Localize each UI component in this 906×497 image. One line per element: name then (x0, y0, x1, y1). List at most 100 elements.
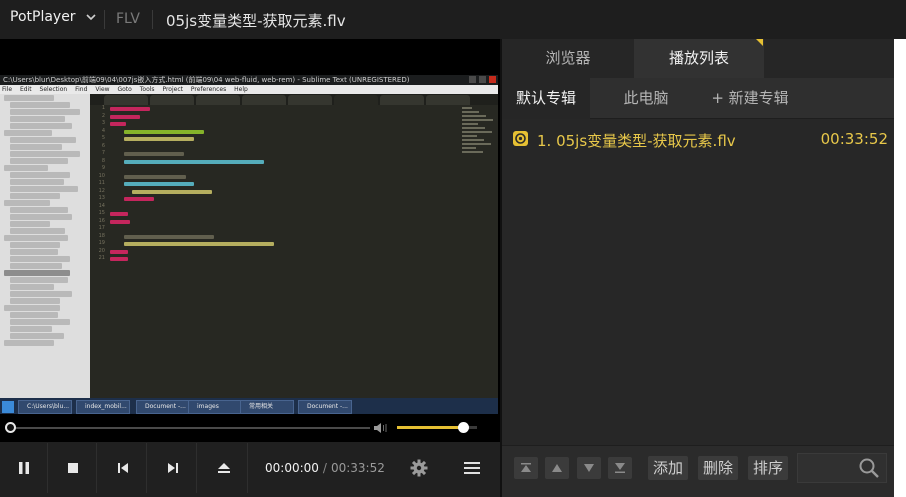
sidebar-file-entry (4, 95, 54, 101)
playlist-item-title: 1. 05js变量类型-获取元素.flv (537, 132, 736, 150)
minimap-line (462, 131, 492, 133)
settings-button[interactable] (395, 443, 443, 493)
format-label: FLV (116, 11, 140, 27)
code-line (110, 122, 126, 126)
video-frame: C:\Users\blur\Desktop\前端09\04\007js嵌入方式.… (0, 75, 498, 417)
delete-button[interactable]: 删除 (698, 456, 738, 480)
minimap-line (462, 147, 476, 149)
move-to-bottom-button[interactable] (608, 457, 632, 479)
minimap (458, 105, 498, 407)
stop-button[interactable] (49, 443, 97, 493)
title-divider (152, 10, 153, 29)
album-default[interactable]: 默认专辑 (502, 78, 590, 119)
code-line (124, 197, 154, 201)
sidebar-file-entry (4, 340, 54, 346)
tab-browser[interactable]: 浏览器 (502, 39, 634, 78)
new-album-button[interactable]: + 新建专辑 (702, 78, 798, 119)
sublime-window-title: C:\Users\blur\Desktop\前端09\04\007js嵌入方式.… (0, 75, 498, 85)
seek-bar[interactable] (10, 427, 370, 429)
tab-corner-marker (756, 39, 763, 46)
sidebar-file-entry (10, 256, 70, 262)
sidebar-file-entry (10, 109, 80, 115)
editor-tab (242, 95, 286, 105)
line-number: 13 (98, 195, 105, 201)
move-up-button[interactable] (545, 457, 569, 479)
minimap-line (462, 115, 486, 117)
move-to-top-button[interactable] (514, 457, 538, 479)
taskbar-item: Document -... (298, 400, 352, 414)
menu-button[interactable] (448, 443, 496, 493)
sidebar-file-entry (10, 242, 60, 248)
seek-handle[interactable] (5, 422, 16, 433)
line-number: 17 (98, 225, 105, 231)
code-line (124, 234, 214, 239)
editor-tab (334, 95, 378, 105)
minimap-line (462, 127, 485, 129)
pause-button[interactable] (0, 443, 48, 493)
line-number: 20 (98, 247, 105, 254)
sidebar-file-entry (10, 172, 70, 178)
add-button[interactable]: 添加 (648, 456, 688, 480)
move-down-button[interactable] (577, 457, 601, 479)
sidebar-file-entry (10, 144, 62, 150)
editor-tab (288, 95, 332, 105)
minimap-line (462, 111, 479, 113)
line-number: 1 (101, 105, 105, 111)
sidebar-file-entry (10, 221, 50, 227)
code-line (124, 174, 186, 179)
sidebar-file-entry (10, 284, 54, 290)
sidebar-file-entry (10, 298, 60, 304)
code-line (124, 129, 204, 134)
time-separator: / (322, 461, 327, 475)
background-window-edge (894, 39, 906, 497)
code-line (110, 257, 128, 261)
previous-button[interactable] (99, 443, 147, 493)
code-line (124, 152, 184, 156)
line-number: 10 (98, 172, 105, 179)
sidebar-file-entry (10, 123, 72, 129)
sort-button[interactable]: 排序 (748, 456, 788, 480)
sidebar-file-entry (10, 116, 65, 122)
menu-view: View (95, 86, 110, 93)
minimap-line (462, 135, 477, 137)
search-icon[interactable] (858, 457, 880, 479)
menu-find: Find (75, 86, 88, 93)
line-number: 6 (101, 142, 105, 149)
eject-button[interactable] (200, 443, 248, 493)
menu-edit: Edit (19, 86, 32, 93)
move-up-icon (552, 464, 562, 472)
tab-playlist[interactable]: 播放列表 (634, 39, 764, 78)
sidebar-file-entry (4, 200, 50, 206)
video-area[interactable]: C:\Users\blur\Desktop\前端09\04\007js嵌入方式.… (0, 39, 500, 417)
sidebar-file-entry (4, 270, 70, 276)
line-number: 7 (101, 150, 105, 156)
sidebar-file-entry (10, 263, 62, 269)
menu-selection: Selection (39, 86, 68, 93)
minimap-line (462, 123, 478, 125)
minimap-line (462, 139, 484, 141)
chevron-down-icon[interactable] (86, 12, 96, 22)
sidebar-file-entry (10, 312, 58, 318)
editor-tab (104, 95, 148, 105)
title-bar: PotPlayer FLV 05js变量类型-获取元素.flv (0, 0, 906, 39)
sidebar-file-entry (10, 228, 65, 234)
code-line (124, 242, 274, 246)
playlist-item[interactable]: 1. 05js变量类型-获取元素.flv 00:33:52 (502, 123, 896, 150)
line-number: 15 (98, 210, 105, 216)
next-button[interactable] (149, 443, 197, 493)
app-brand-menu[interactable]: PotPlayer (10, 9, 76, 25)
volume-slider[interactable] (397, 422, 477, 433)
window-title-text: C:\Users\blur\Desktop\前端09\04\007js嵌入方式.… (3, 76, 410, 84)
move-bottom-icon (615, 463, 625, 473)
time-display: 00:00:00/00:33:52 (265, 461, 385, 475)
sidebar-file-entry (4, 130, 52, 136)
skip-next-icon (167, 463, 178, 473)
code-line (124, 159, 264, 164)
minimap-line (462, 151, 483, 153)
line-number: 3 (101, 120, 105, 126)
line-number: 19 (98, 240, 105, 246)
volume-icon[interactable] (373, 421, 389, 435)
gear-icon (410, 459, 428, 477)
album-this-pc[interactable]: 此电脑 (590, 78, 702, 119)
line-number: 5 (101, 135, 105, 141)
